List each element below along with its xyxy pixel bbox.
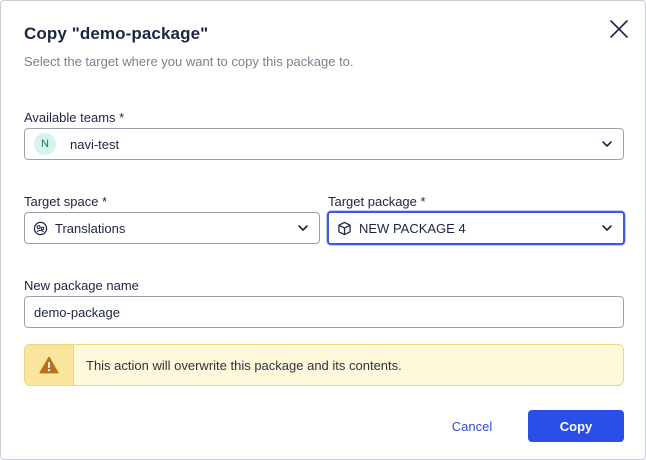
available-teams-label: Available teams * [24, 110, 125, 125]
dialog-title: Copy "demo-package" [24, 24, 209, 43]
chevron-down-icon [602, 225, 612, 231]
available-teams-select[interactable]: N navi-test [24, 128, 624, 160]
package-icon [338, 221, 351, 235]
dialog-subtitle: Select the target where you want to copy… [24, 54, 354, 69]
copy-button[interactable]: Copy [528, 410, 624, 442]
new-package-name-input[interactable] [24, 296, 624, 328]
copy-package-dialog: Copy "demo-package" Select the target wh… [0, 0, 646, 460]
warning-icon-cell [25, 345, 74, 385]
overwrite-warning: This action will overwrite this package … [24, 344, 624, 386]
close-button[interactable] [605, 15, 633, 43]
space-icon [33, 221, 48, 235]
target-space-value: Translations [55, 220, 126, 236]
chevron-down-icon [298, 225, 308, 231]
target-package-select[interactable]: NEW PACKAGE 4 [327, 211, 625, 245]
target-package-label: Target package * [328, 194, 426, 209]
warning-message: This action will overwrite this package … [86, 357, 402, 373]
new-package-name-label: New package name [24, 278, 139, 293]
cancel-button[interactable]: Cancel [437, 410, 507, 442]
warning-icon [39, 356, 59, 374]
available-teams-value: navi-test [70, 136, 120, 152]
chevron-down-icon [602, 141, 612, 147]
target-space-label: Target space * [24, 194, 108, 209]
target-package-value: NEW PACKAGE 4 [359, 220, 466, 236]
team-avatar: N [34, 133, 56, 155]
target-space-select[interactable]: Translations [24, 212, 320, 244]
close-icon [610, 20, 628, 38]
